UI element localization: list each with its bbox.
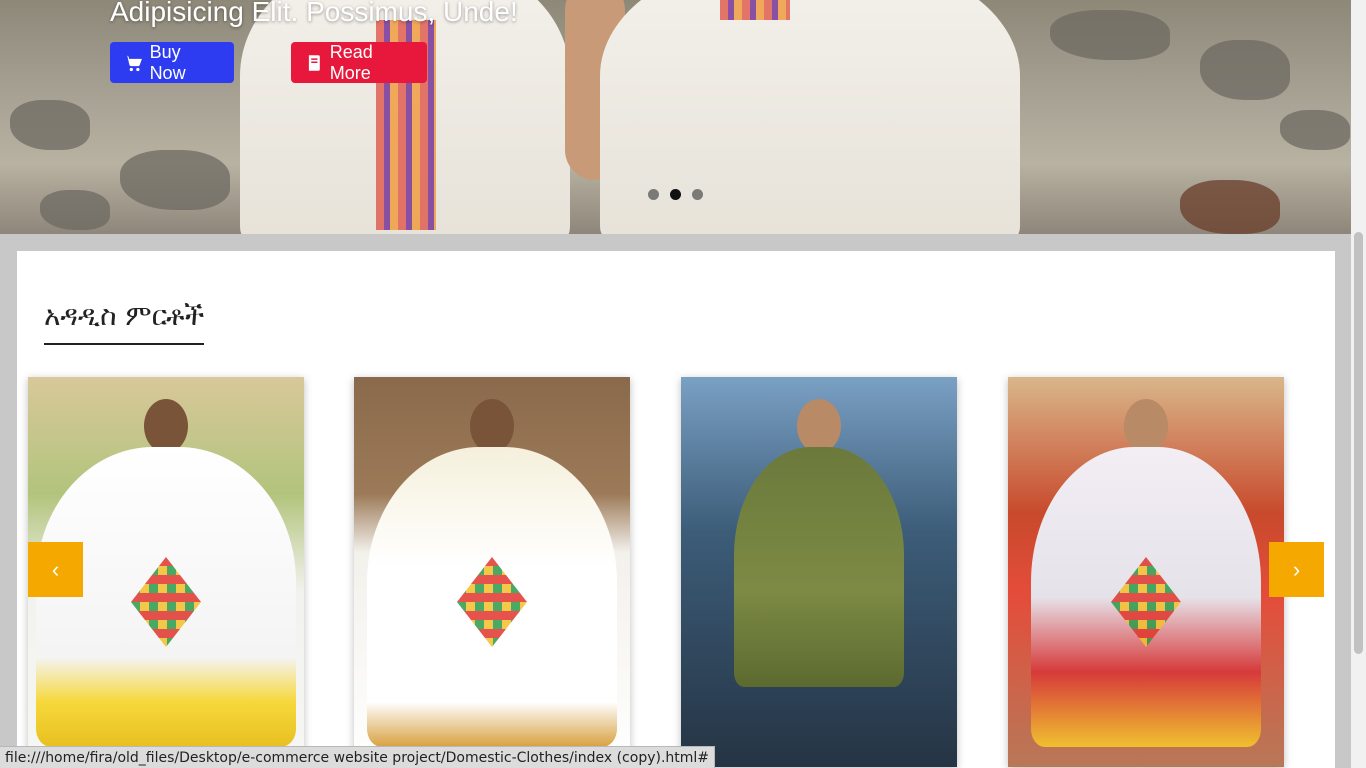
buy-now-button[interactable]: Buy Now (110, 42, 234, 83)
new-products-section: አዳዲስ ምርቶች ‹ › (17, 251, 1335, 768)
slide-indicators (648, 189, 703, 200)
product-card[interactable] (681, 377, 957, 767)
product-card[interactable] (354, 377, 630, 767)
scrollbar-thumb[interactable] (1354, 232, 1363, 654)
read-more-label: Read More (329, 41, 373, 83)
product-card[interactable] (1008, 377, 1284, 767)
book-icon (308, 54, 320, 71)
carousel-prev-button[interactable]: ‹ (28, 542, 83, 597)
section-title: አዳዲስ ምርቶች (44, 299, 205, 345)
hero-title: Adipisicing Elit. Possimus, Unde! (110, 0, 518, 27)
slide-dot-2[interactable] (670, 189, 681, 200)
browser-status-bar: file:///home/fira/old_files/Desktop/e-co… (0, 746, 716, 768)
product-image (734, 447, 904, 687)
read-more-button[interactable]: Read More (291, 42, 427, 83)
cart-icon (124, 55, 142, 71)
buy-now-label: Buy Now (149, 41, 186, 83)
slide-dot-1[interactable] (648, 189, 659, 200)
slide-dot-3[interactable] (692, 189, 703, 200)
hero-banner: Adipisicing Elit. Possimus, Unde! Buy No… (0, 0, 1351, 234)
page-scrollbar[interactable] (1351, 0, 1366, 768)
carousel-next-button[interactable]: › (1269, 542, 1324, 597)
